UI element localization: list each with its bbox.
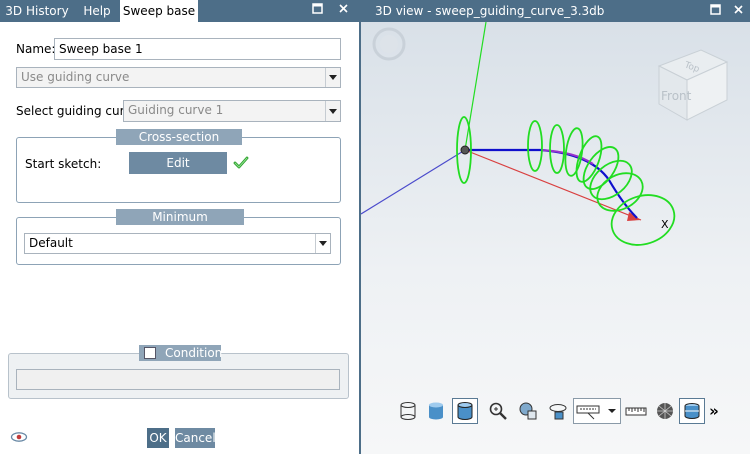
guiding-curve-select[interactable]: Guiding curve 1	[123, 100, 341, 122]
origin-point	[460, 145, 470, 155]
display-mode-dropdown[interactable]	[573, 398, 621, 424]
wireframe-cylinder-icon[interactable]	[395, 398, 421, 424]
maximize-icon[interactable]	[310, 3, 324, 17]
zoom-icon[interactable]	[485, 398, 511, 424]
condition-title-bar: Condition	[139, 345, 223, 361]
mesh-sphere-icon[interactable]	[652, 398, 678, 424]
edit-sketch-button[interactable]: Edit	[129, 152, 227, 174]
condition-input[interactable]	[16, 369, 340, 390]
eye-icon[interactable]	[10, 431, 28, 443]
section-view-icon[interactable]	[679, 398, 705, 424]
toolbar-more-button[interactable]: »	[706, 398, 722, 424]
3d-view-title-bar: 3D view - sweep_guiding_curve_3.3db	[361, 0, 750, 22]
chevron-down-icon	[325, 68, 340, 87]
tab-help[interactable]: Help	[75, 0, 119, 22]
z-axis-line	[361, 149, 466, 215]
condition-title: Condition	[165, 346, 223, 360]
sweep-base-panel: 3D History Help Sweep base Name: Sweep b…	[0, 0, 359, 454]
3d-scene[interactable]: X	[361, 22, 750, 392]
rasterization-value: Default	[29, 236, 73, 250]
cross-section-title: Cross-section sketches	[116, 129, 242, 160]
rotate-view-icon[interactable]	[545, 398, 571, 424]
condition-checkbox[interactable]	[144, 347, 156, 359]
tab-sweep-base[interactable]: Sweep base	[120, 0, 198, 22]
rasterization-select[interactable]: Default	[24, 233, 331, 254]
x-axis-line	[464, 149, 642, 221]
panel-tab-bar: 3D History Help Sweep base	[0, 0, 359, 22]
chevron-down-icon	[325, 101, 340, 121]
cross-section-ring	[575, 135, 603, 183]
tab-3d-history[interactable]: 3D History	[0, 0, 74, 22]
guiding-curve-segment	[540, 149, 594, 165]
cross-section-ring	[527, 120, 543, 172]
3d-view-title: 3D view - sweep_guiding_curve_3.3db	[375, 4, 605, 18]
shaded-cylinder-icon[interactable]	[423, 398, 449, 424]
name-label: Name:	[16, 42, 56, 56]
checkmark-icon	[233, 155, 249, 171]
start-sketch-label: Start sketch:	[25, 157, 102, 171]
y-axis-line	[464, 22, 487, 151]
cross-section-ring	[549, 124, 565, 174]
chevron-down-icon	[315, 234, 330, 253]
cross-section-ring	[610, 194, 676, 246]
x-axis-label: X	[661, 218, 669, 231]
rasterization-title: Minimum rasterization:	[116, 209, 244, 240]
close-icon[interactable]	[733, 4, 744, 18]
maximize-icon[interactable]	[710, 4, 721, 18]
shaded-edges-cylinder-icon[interactable]	[452, 398, 478, 424]
name-input[interactable]: Sweep base 1	[54, 38, 341, 60]
mode-select[interactable]: Use guiding curve	[16, 67, 341, 88]
3d-view-panel: 3D view - sweep_guiding_curve_3.3db Top …	[361, 0, 750, 454]
cancel-button[interactable]: Cancel	[175, 428, 216, 448]
close-icon[interactable]	[336, 3, 350, 17]
ok-button[interactable]: OK	[147, 428, 169, 448]
mode-select-value: Use guiding curve	[21, 70, 130, 84]
ruler-icon[interactable]	[623, 398, 649, 424]
guiding-curve-value: Guiding curve 1	[128, 103, 224, 117]
zoom-fit-icon[interactable]	[515, 398, 541, 424]
